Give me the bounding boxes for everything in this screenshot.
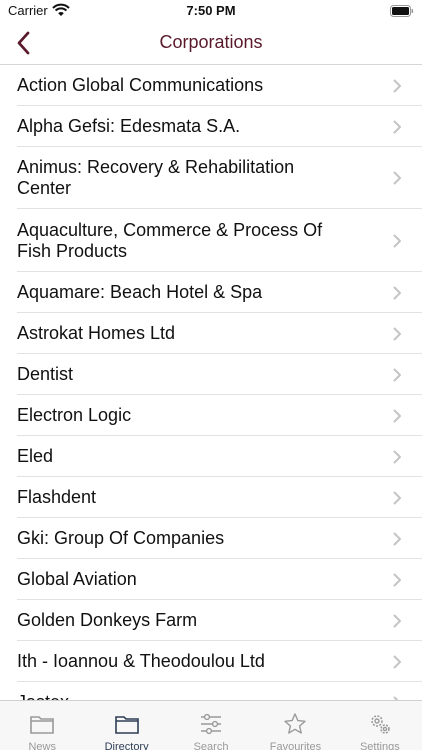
- list-item[interactable]: Astrokat Homes Ltd: [0, 313, 422, 354]
- list-item[interactable]: Alpha Gefsi: Edesmata S.A.: [0, 106, 422, 147]
- tab-label: Search: [193, 741, 229, 750]
- status-time: 7:50 PM: [186, 3, 236, 18]
- list-item-label: Aquaculture, Commerce & Process Of Fish …: [17, 219, 323, 261]
- list-item[interactable]: Global Aviation: [0, 559, 422, 600]
- list-item[interactable]: Gki: Group Of Companies: [0, 518, 422, 559]
- battery-icon: [390, 5, 414, 17]
- tab-news[interactable]: News: [0, 701, 84, 750]
- chevron-right-icon: [393, 327, 401, 340]
- tab-directory[interactable]: Directory: [84, 701, 168, 750]
- chevron-right-icon: [393, 234, 401, 247]
- list-item-label: Dentist: [17, 364, 74, 384]
- folder-icon: [114, 712, 140, 736]
- sliders-icon: [198, 712, 224, 736]
- list-item[interactable]: Aquamare: Beach Hotel & Spa: [0, 272, 422, 313]
- list-item-label: Aquamare: Beach Hotel & Spa: [17, 282, 263, 302]
- list-item-label: Action Global Communications: [17, 75, 264, 95]
- star-icon: [282, 712, 308, 736]
- tab-bar: News Directory Search Favourites Settings: [0, 700, 422, 750]
- tab-label: Favourites: [269, 741, 322, 750]
- list-item[interactable]: Golden Donkeys Farm: [0, 600, 422, 641]
- list-item-label: Alpha Gefsi: Edesmata S.A.: [17, 116, 241, 136]
- list-item-label: Flashdent: [17, 487, 97, 507]
- list-item-label: Animus: Recovery & Rehabilitation Center: [17, 157, 295, 198]
- chevron-right-icon: [393, 614, 401, 627]
- chevron-right-icon: [393, 532, 401, 545]
- list-item-label: Golden Donkeys Farm: [17, 610, 198, 630]
- list-item[interactable]: Aquaculture, Commerce & Process Of Fish …: [0, 209, 422, 272]
- list-item[interactable]: Animus: Recovery & Rehabilitation Center: [0, 147, 422, 209]
- navigation-bar: Corporations: [0, 22, 422, 65]
- tab-label: News: [28, 741, 56, 750]
- chevron-right-icon: [393, 286, 401, 299]
- tab-label: Settings: [359, 741, 400, 750]
- status-bar: Carrier 7:50 PM: [0, 0, 422, 22]
- chevron-right-icon: [393, 79, 401, 92]
- tab-settings[interactable]: Settings: [338, 701, 422, 750]
- list-item[interactable]: Dentist: [0, 354, 422, 395]
- list-item-label: Electron Logic: [17, 405, 132, 425]
- list-item[interactable]: Eled: [0, 436, 422, 477]
- list-item-label: Gki: Group Of Companies: [17, 528, 225, 548]
- list-item-label: Jastex: [17, 682, 69, 700]
- chevron-right-icon: [393, 409, 401, 422]
- list-item[interactable]: Flashdent: [0, 477, 422, 518]
- list-item-label: Eled: [17, 446, 54, 466]
- list-item-label: Global Aviation: [17, 569, 137, 589]
- chevron-right-icon: [393, 120, 401, 133]
- chevron-right-icon: [393, 450, 401, 463]
- screen: Carrier 7:50 PM Corporations Action Glob…: [0, 0, 422, 750]
- list-item[interactable]: Ith - Ioannou & Theodoulou Ltd: [0, 641, 422, 682]
- chevron-right-icon: [393, 655, 401, 668]
- chevron-right-icon: [393, 573, 401, 586]
- list-item[interactable]: Jastex: [0, 682, 422, 700]
- corporations-list[interactable]: Action Global Communications Alpha Gefsi:…: [0, 65, 422, 700]
- chevron-right-icon: [393, 491, 401, 504]
- list-item[interactable]: Action Global Communications: [0, 65, 422, 106]
- list-item-label: Astrokat Homes Ltd: [17, 323, 176, 343]
- tab-label: Directory: [104, 741, 149, 750]
- chevron-right-icon: [393, 171, 401, 185]
- page-title: Corporations: [159, 32, 263, 52]
- chevron-right-icon: [393, 368, 401, 381]
- tab-favourites[interactable]: Favourites: [253, 701, 337, 750]
- list-item-label: Ith - Ioannou & Theodoulou Ltd: [17, 651, 265, 671]
- list-item[interactable]: Electron Logic: [0, 395, 422, 436]
- gears-icon: [367, 712, 393, 736]
- folder-icon: [29, 712, 55, 736]
- tab-search[interactable]: Search: [169, 701, 253, 750]
